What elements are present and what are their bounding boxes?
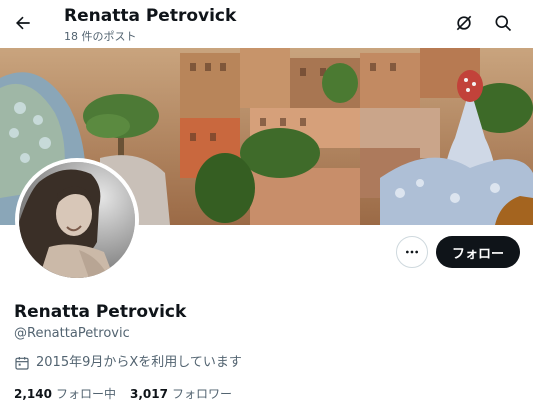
grok-button[interactable] bbox=[451, 10, 477, 36]
search-button[interactable] bbox=[490, 10, 516, 36]
calendar-icon bbox=[15, 356, 29, 370]
more-icon bbox=[406, 250, 418, 254]
followers-link[interactable]: 3,017 フォロワー bbox=[130, 386, 232, 402]
avatar[interactable] bbox=[15, 158, 139, 282]
followers-count: 3,017 bbox=[129, 387, 168, 401]
following-count: 2,140 bbox=[14, 387, 52, 401]
top-bar: Renatta Petrovick 18 件のポスト bbox=[0, 0, 533, 48]
user-handle: @RenattaPetrovic bbox=[14, 326, 130, 341]
join-date-text: 2015年9月からXを利用しています bbox=[36, 355, 242, 370]
follow-button[interactable]: フォロー bbox=[436, 236, 520, 268]
display-name: Renatta Petrovick bbox=[14, 302, 187, 322]
follow-stats: 2,140 フォロー中 3,017 フォロワー bbox=[14, 386, 232, 402]
following-label: フォロー中 bbox=[55, 387, 116, 401]
header-title: Renatta Petrovick bbox=[64, 6, 237, 26]
grok-icon bbox=[456, 15, 472, 31]
more-button[interactable] bbox=[396, 236, 428, 268]
header-title-block: Renatta Petrovick 18 件のポスト bbox=[64, 6, 236, 44]
search-icon bbox=[495, 15, 512, 32]
join-date: 2015年9月からXを利用しています bbox=[14, 354, 242, 371]
back-button[interactable] bbox=[8, 8, 38, 38]
avatar-image bbox=[19, 162, 135, 278]
arrow-left-icon bbox=[16, 16, 30, 30]
post-count: 18 件のポスト bbox=[64, 30, 137, 43]
following-link[interactable]: 2,140 フォロー中 bbox=[14, 386, 116, 402]
followers-label: フォロワー bbox=[171, 387, 232, 401]
